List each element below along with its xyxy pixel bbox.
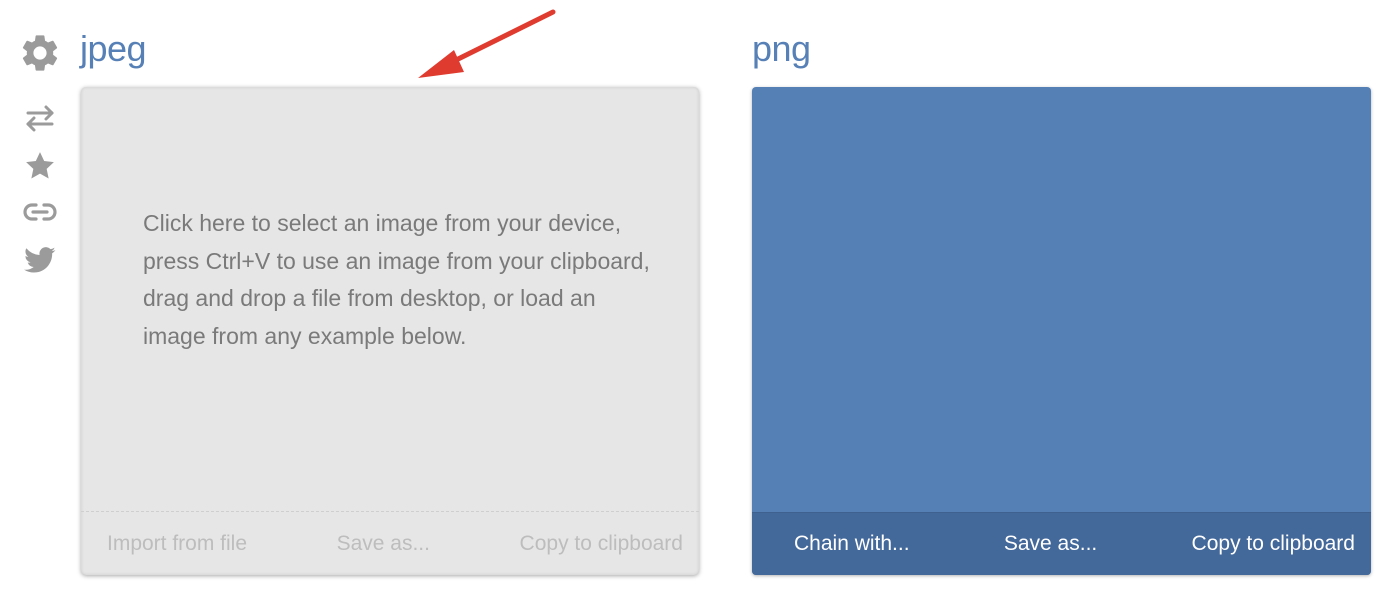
output-image-panel: Chain with... Save as... Copy to clipboa… (752, 87, 1371, 575)
output-toolbar: Chain with... Save as... Copy to clipboa… (752, 512, 1371, 575)
link-icon[interactable] (18, 196, 62, 228)
input-format-title[interactable]: jpeg (80, 28, 147, 70)
dropzone-instructions: Click here to select an image from your … (143, 210, 650, 349)
star-icon[interactable] (18, 148, 62, 184)
input-copy-to-clipboard-button[interactable]: Copy to clipboard (520, 532, 683, 556)
output-save-as-button[interactable]: Save as... (1004, 532, 1097, 556)
annotation-arrow-icon (418, 9, 556, 78)
gear-icon[interactable] (18, 30, 62, 76)
import-from-file-button[interactable]: Import from file (107, 532, 247, 556)
output-format-title[interactable]: png (752, 28, 811, 70)
twitter-icon[interactable] (18, 240, 62, 280)
chain-with-button[interactable]: Chain with... (794, 532, 910, 556)
input-image-dropzone[interactable]: Click here to select an image from your … (81, 87, 699, 575)
output-copy-to-clipboard-button[interactable]: Copy to clipboard (1192, 532, 1355, 556)
input-toolbar: Import from file Save as... Copy to clip… (81, 511, 699, 575)
input-save-as-button[interactable]: Save as... (337, 532, 430, 556)
swap-icon[interactable] (18, 102, 62, 134)
